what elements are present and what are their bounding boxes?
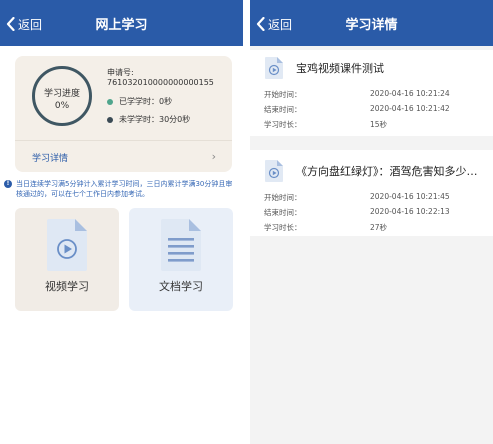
back-label: 返回 xyxy=(18,17,43,32)
end-time-label: 结束时间： xyxy=(264,208,302,217)
study-record[interactable]: 《方向盘红绿灯》：酒驾危害知多少… 开始时间： 2020-04-16 10:21… xyxy=(250,150,493,236)
duration-value: 15秒 xyxy=(370,120,388,129)
progress-card: 学习进度 0% 申请号: 761032010000000000155 已学学时：… xyxy=(15,56,232,172)
video-file-icon xyxy=(47,219,87,271)
application-label: 申请号: xyxy=(107,68,134,77)
start-time-value: 2020-04-16 10:21:45 xyxy=(370,192,450,201)
record-title: 《方向盘红绿灯》：酒驾危害知多少… xyxy=(296,165,478,178)
progress-label: 学习进度 xyxy=(43,89,80,99)
progress-value: 0% xyxy=(54,101,70,111)
chevron-left-icon xyxy=(6,17,15,31)
study-details-link[interactable]: 学习详情 › xyxy=(15,142,232,170)
duration-label: 学习时长： xyxy=(264,223,302,232)
studied-hours-text: 已学学时：0秒 xyxy=(119,97,173,106)
application-info: 申请号: 761032010000000000155 xyxy=(107,68,229,88)
unstudied-dot-icon xyxy=(107,116,113,123)
back-button[interactable]: 返回 xyxy=(256,14,292,34)
video-file-icon xyxy=(265,57,283,79)
study-details-screen: 返回 学习详情 宝鸡视频课件测试 开始时间： 2020-04-16 10:21:… xyxy=(250,0,493,444)
back-label: 返回 xyxy=(268,17,293,32)
info-icon: ! xyxy=(4,180,12,188)
end-time-value: 2020-04-16 10:22:13 xyxy=(370,207,450,216)
study-details-label: 学习详情 xyxy=(32,154,69,164)
progress-ring: 学习进度 0% xyxy=(32,66,92,126)
video-file-icon xyxy=(265,160,283,182)
video-learning-label: 视频学习 xyxy=(45,280,89,293)
document-learning-tile[interactable]: 文档学习 xyxy=(129,208,233,311)
divider xyxy=(15,140,232,141)
study-notice: ! 当日连续学习满5分钟计入累计学习时间，三日内累计学满30分钟且审核通过的，可… xyxy=(4,179,238,199)
nav-bar: 返回 学习详情 xyxy=(250,0,493,46)
record-title: 宝鸡视频课件测试 xyxy=(296,62,384,75)
application-number: 761032010000000000155 xyxy=(107,78,214,87)
document-icon xyxy=(161,219,201,271)
online-learning-screen: 返回 网上学习 学习进度 0% 申请号: 7610320100000000001… xyxy=(0,0,243,444)
study-record[interactable]: 宝鸡视频课件测试 开始时间： 2020-04-16 10:21:24 结束时间：… xyxy=(250,50,493,136)
studied-dot-icon xyxy=(107,98,113,105)
studied-hours: 已学学时：0秒 xyxy=(107,96,172,107)
notice-text: 当日连续学习满5分钟计入累计学习时间，三日内累计学满30分钟且审核通过的，可以在… xyxy=(16,180,233,198)
chevron-left-icon xyxy=(256,17,265,31)
duration-value: 27秒 xyxy=(370,223,388,232)
start-time-label: 开始时间： xyxy=(264,193,302,202)
nav-bar: 返回 网上学习 xyxy=(0,0,243,46)
start-time-label: 开始时间： xyxy=(264,90,302,99)
end-time-label: 结束时间： xyxy=(264,105,302,114)
start-time-value: 2020-04-16 10:21:24 xyxy=(370,89,450,98)
document-learning-label: 文档学习 xyxy=(159,280,203,293)
end-time-value: 2020-04-16 10:21:42 xyxy=(370,104,450,113)
video-learning-tile[interactable]: 视频学习 xyxy=(15,208,119,311)
unstudied-hours: 未学学时：30分0秒 xyxy=(107,114,190,125)
unstudied-hours-text: 未学学时：30分0秒 xyxy=(119,115,191,124)
back-button[interactable]: 返回 xyxy=(6,14,42,34)
duration-label: 学习时长： xyxy=(264,120,302,129)
chevron-right-icon: › xyxy=(211,150,216,163)
